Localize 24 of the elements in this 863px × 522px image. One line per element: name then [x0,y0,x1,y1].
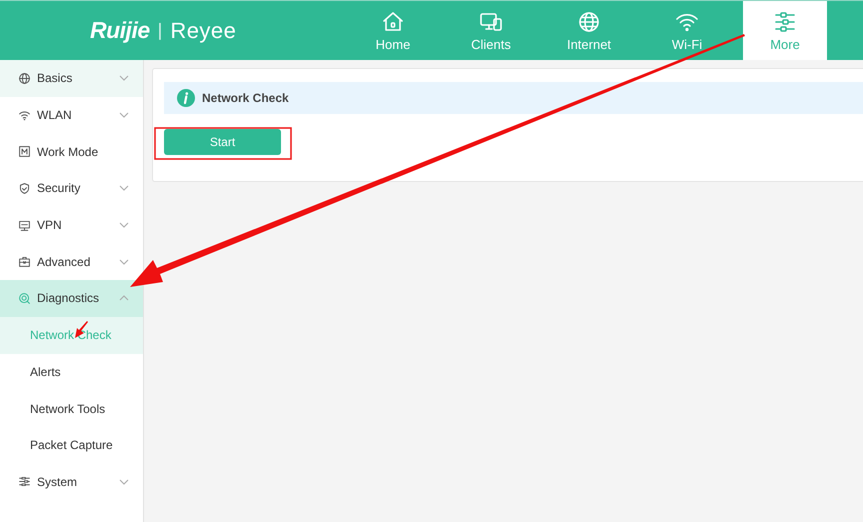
chevron-down-icon [119,220,129,230]
chevron-down-icon [119,73,129,84]
mode-icon [18,145,31,158]
magnifier-icon [18,292,31,305]
shield-icon [18,182,31,195]
toolbox-icon [18,255,31,268]
sliders-icon [18,475,31,488]
info-icon [177,89,195,107]
banner-title: Network Check [202,91,289,105]
sliders-icon [773,10,797,34]
globe-icon [577,10,601,34]
globe-icon [18,72,31,85]
chevron-down-icon [119,476,129,487]
logo-divider: | [158,20,162,41]
monitor-icon [18,218,31,232]
wifi-icon [18,108,31,122]
chevron-down-icon [119,110,129,120]
sidebar-item[interactable]: Basics [0,60,143,97]
brand-logo: Ruijie [90,17,150,44]
chevron-down-icon [119,183,129,194]
chevron-down-icon [119,256,129,267]
product-logo: Reyee [170,18,236,44]
home-icon [381,10,405,34]
sidebar-item[interactable]: Diagnostics [0,280,143,317]
